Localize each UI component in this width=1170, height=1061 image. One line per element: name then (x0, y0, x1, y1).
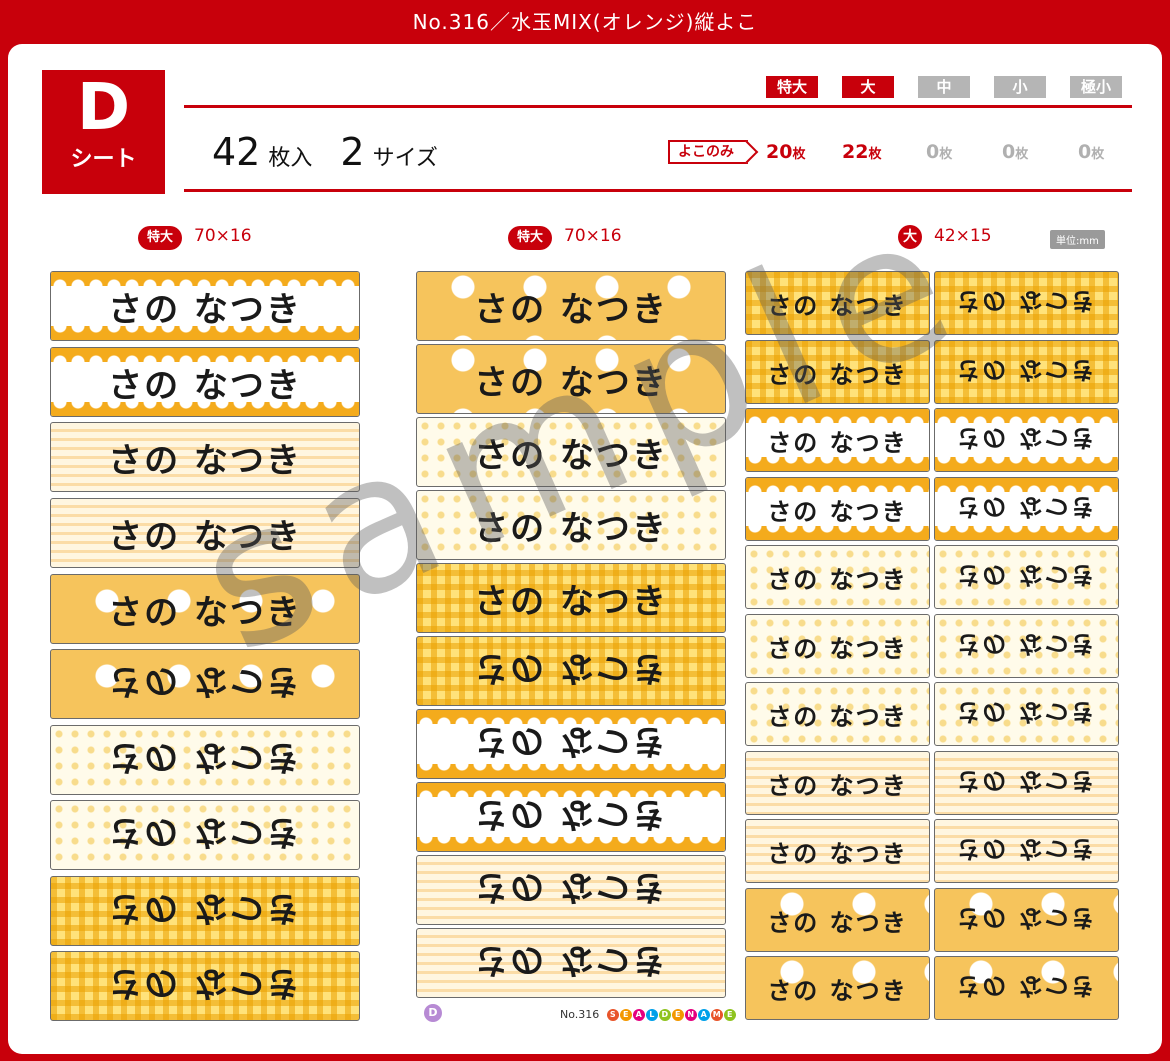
name-label: さの なつき (934, 956, 1119, 1020)
size-count: 2 (340, 130, 365, 174)
name-label: さの なつき (745, 477, 930, 541)
column-header-3: 大 42×15 (898, 224, 992, 249)
product-number: No.316 (560, 1008, 600, 1021)
name-label: さの なつき (416, 855, 726, 925)
name-label: さの なつき (745, 545, 930, 609)
name-label: さの なつき (934, 888, 1119, 952)
yoko-only-tag: よこのみ (668, 140, 748, 164)
column-header-1: 特大 70×16 (138, 224, 252, 250)
name-label: さの なつき (416, 563, 726, 633)
name-label: さの なつき (934, 682, 1119, 746)
size-tag-dai: 大 (842, 76, 894, 98)
name-label: さの なつき (934, 614, 1119, 678)
name-label: さの なつき (50, 347, 360, 417)
size-pill: 特大 (138, 226, 182, 250)
name-label: さの なつき (934, 477, 1119, 541)
name-label: さの なつき (50, 422, 360, 492)
name-label: さの なつき (745, 888, 930, 952)
divider-top (184, 105, 1132, 108)
name-label: さの なつき (50, 951, 360, 1021)
name-label: さの なつき (934, 819, 1119, 883)
name-label: さの なつき (745, 682, 930, 746)
name-label: さの なつき (934, 545, 1119, 609)
unit-note: 単位:mm (1050, 230, 1105, 249)
size-tag-tokudai: 特大 (766, 76, 818, 98)
count-dai: 22枚 (842, 141, 882, 163)
sheet-letter-mark: D (424, 1004, 442, 1022)
divider-bottom (184, 189, 1132, 192)
name-label: さの なつき (745, 956, 930, 1020)
size-tag-sho: 小 (994, 76, 1046, 98)
dimensions: 70×16 (564, 226, 622, 246)
name-label: さの なつき (745, 340, 930, 404)
size-count-unit: サイズ (372, 146, 438, 171)
name-label: さの なつき (416, 271, 726, 341)
name-label: さの なつき (745, 751, 930, 815)
count-sho: 0枚 (1002, 141, 1029, 163)
name-label: さの なつき (416, 417, 726, 487)
name-label: さの なつき (50, 271, 360, 341)
name-label: さの なつき (416, 928, 726, 998)
size-tag-chu: 中 (918, 76, 970, 98)
dimensions: 70×16 (194, 226, 252, 246)
name-label: さの なつき (745, 819, 930, 883)
count-chu: 0枚 (926, 141, 953, 163)
sheet-panel: D シート 特大 大 中 小 極小 42 枚入 2 サイズ よこのみ 20枚 22枚 … (8, 44, 1162, 1054)
brand-footer: No.316 SEALDENAME (560, 1008, 737, 1021)
sheet-summary: 42 枚入 2 サイズ (212, 130, 466, 174)
size-pill: 大 (898, 225, 922, 249)
name-label: さの なつき (416, 344, 726, 414)
name-label: さの なつき (745, 614, 930, 678)
size-pill: 特大 (508, 226, 552, 250)
dimensions: 42×15 (934, 226, 992, 246)
name-label: さの なつき (416, 782, 726, 852)
name-label: さの なつき (934, 271, 1119, 335)
count-gokusho: 0枚 (1078, 141, 1105, 163)
name-label: さの なつき (934, 408, 1119, 472)
name-label: さの なつき (745, 408, 930, 472)
size-tags: 特大 大 中 小 極小 (8, 76, 1162, 98)
name-label: さの なつき (50, 800, 360, 870)
name-label: さの なつき (416, 490, 726, 560)
label-count: 42 (212, 130, 261, 174)
name-label: さの なつき (50, 498, 360, 568)
name-label: さの なつき (50, 574, 360, 644)
name-label: さの なつき (50, 876, 360, 946)
name-label: さの なつき (416, 636, 726, 706)
name-label: さの なつき (745, 271, 930, 335)
column-header-2: 特大 70×16 (508, 224, 622, 250)
page-title: No.316／水玉MIX(オレンジ)縦よこ (412, 10, 758, 34)
name-label: さの なつき (50, 649, 360, 719)
name-label: さの なつき (416, 709, 726, 779)
count-tokudai: 20枚 (766, 141, 806, 163)
name-label: さの なつき (934, 340, 1119, 404)
sheet-label: シート (70, 147, 137, 172)
label-count-unit: 枚入 (268, 146, 313, 171)
name-label: さの なつき (934, 751, 1119, 815)
size-tag-gokusho: 極小 (1070, 76, 1122, 98)
name-label: さの なつき (50, 725, 360, 795)
brand-logo: SEALDENAME (606, 1008, 737, 1021)
